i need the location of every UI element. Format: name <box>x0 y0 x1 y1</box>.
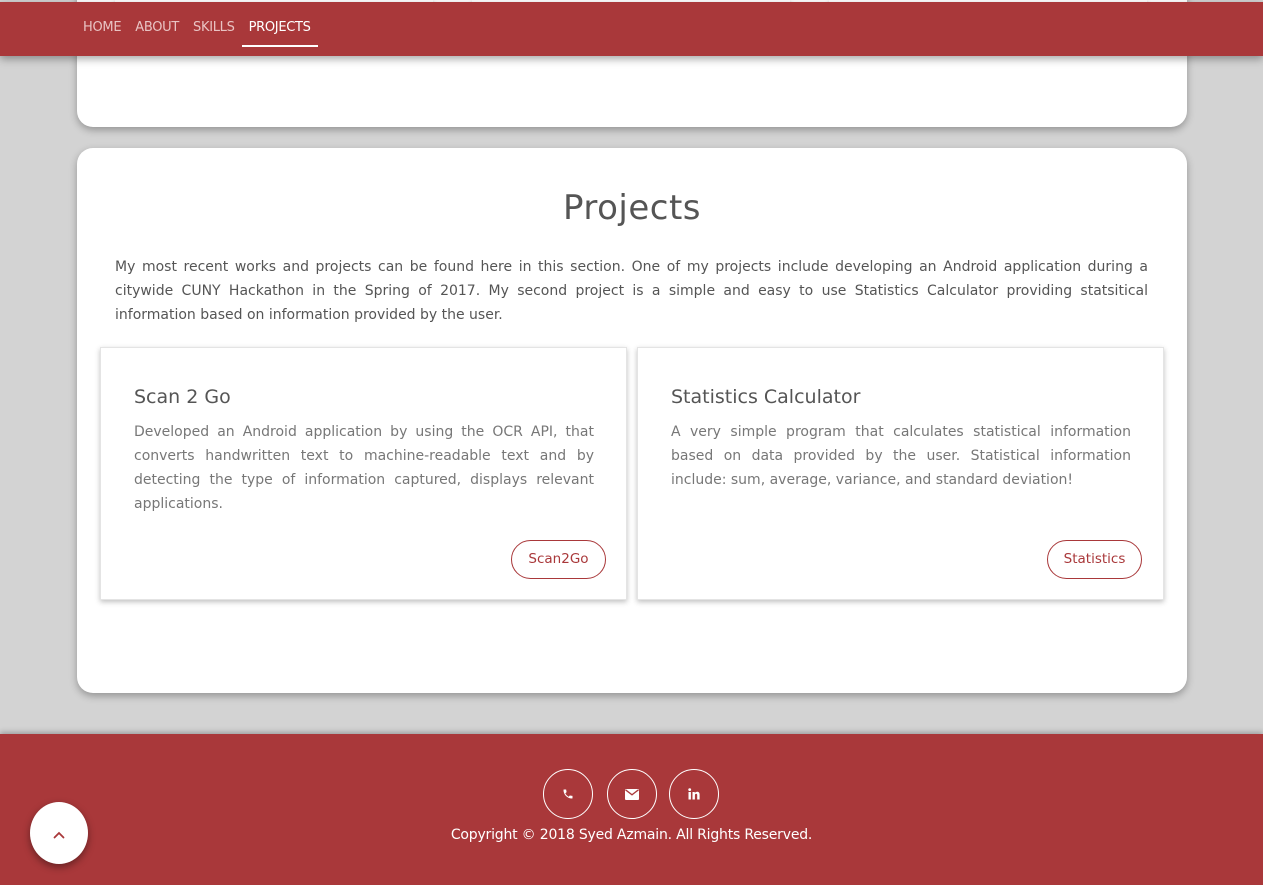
chevron-up-icon <box>53 824 65 843</box>
phone-icon <box>562 785 574 804</box>
project-card-scan2go: Scan 2 Go Developed an Android applicati… <box>100 347 627 600</box>
project-description: Developed an Android application by usin… <box>134 424 594 512</box>
scan2go-button[interactable]: Scan2Go <box>511 540 606 579</box>
footer: Copyright © 2018 Syed Azmain. All Rights… <box>0 734 1263 885</box>
envelope-icon <box>625 785 639 804</box>
project-title: Scan 2 Go <box>134 386 231 408</box>
top-navbar: HOME ABOUT SKILLS PROJECTS <box>0 2 1263 56</box>
project-description: A very simple program that calculates st… <box>671 424 1131 488</box>
statistics-button[interactable]: Statistics <box>1047 540 1142 579</box>
projects-description: My most recent works and projects can be… <box>115 259 1148 323</box>
email-button[interactable] <box>607 769 657 819</box>
nav-link-home[interactable]: HOME <box>83 2 122 56</box>
project-card-statistics: Statistics Calculator A very simple prog… <box>637 347 1164 600</box>
nav-link-projects[interactable]: PROJECTS <box>241 2 318 56</box>
project-title: Statistics Calculator <box>671 386 861 408</box>
projects-section-card: Projects My most recent works and projec… <box>77 148 1187 693</box>
nav-links: HOME ABOUT SKILLS PROJECTS <box>83 2 325 56</box>
nav-link-about[interactable]: ABOUT <box>135 2 179 56</box>
linkedin-icon <box>688 785 700 804</box>
copyright-text: Copyright © 2018 Syed Azmain. All Rights… <box>450 827 813 843</box>
linkedin-button[interactable] <box>669 769 719 819</box>
nav-link-skills[interactable]: SKILLS <box>193 2 235 56</box>
projects-title: Projects <box>562 188 702 228</box>
back-to-top-button[interactable] <box>30 802 88 864</box>
phone-button[interactable] <box>543 769 593 819</box>
